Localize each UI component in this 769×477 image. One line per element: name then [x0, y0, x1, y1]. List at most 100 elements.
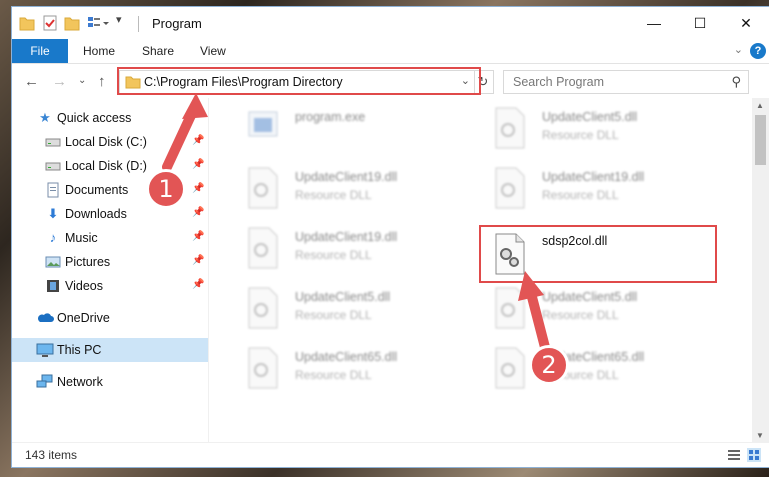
file-item[interactable]: UpdateClient5.dll Resource DLL [492, 106, 722, 156]
drive-icon [45, 134, 61, 150]
up-arrow-icon[interactable]: ↑ [98, 73, 106, 90]
scroll-up-icon[interactable]: ▲ [756, 101, 764, 110]
pin-icon: 📌 [192, 135, 205, 146]
sidebar-item-quick-access[interactable]: ★ Quick access [12, 106, 208, 130]
callout-badge-2: 2 [529, 345, 569, 385]
computer-icon [36, 342, 54, 358]
sidebar-item-label: Pictures [65, 255, 111, 269]
file-item[interactable]: UpdateClient19.dll Resource DLL [492, 166, 722, 216]
file-item[interactable]: UpdateClient19.dll Resource DLL [245, 226, 475, 276]
scroll-thumb[interactable] [755, 115, 766, 165]
sidebar-item-videos[interactable]: Videos 📌 [12, 274, 208, 298]
file-name: UpdateClient5.dll [295, 290, 391, 304]
forward-arrow-icon[interactable]: → [52, 73, 67, 90]
file-type: Resource DLL [295, 368, 372, 382]
help-icon[interactable]: ? [750, 43, 766, 59]
customize-toolbar-icon[interactable] [86, 14, 110, 32]
close-button[interactable]: ✕ [723, 7, 769, 39]
sidebar-item-onedrive[interactable]: OneDrive [12, 306, 208, 330]
sidebar-item-label: Downloads [65, 207, 127, 221]
dll-file-icon [248, 167, 278, 209]
navigation-pane: ★ Quick access Local Disk (C:) 📌 Local D… [12, 98, 208, 443]
file-name: UpdateClient19.dll [295, 230, 398, 244]
search-icon[interactable]: ⚲ [731, 74, 741, 90]
sidebar-item-music[interactable]: ♪ Music 📌 [12, 226, 208, 250]
back-arrow-icon[interactable]: ← [24, 73, 39, 90]
cloud-icon [36, 310, 54, 326]
sidebar-item-label: Videos [65, 279, 103, 293]
pin-icon: 📌 [192, 183, 205, 194]
file-type: Resource DLL [295, 308, 372, 322]
sidebar-item-label: Quick access [57, 111, 132, 125]
dll-file-icon [495, 107, 525, 149]
recent-locations-icon[interactable]: ⌄ [78, 75, 86, 86]
new-folder-icon[interactable] [64, 14, 80, 32]
file-type: Resource DLL [295, 248, 372, 262]
sidebar-item-pictures[interactable]: Pictures 📌 [12, 250, 208, 274]
dll-file-icon [248, 347, 278, 389]
sidebar-item-this-pc[interactable]: This PC [12, 338, 208, 362]
status-bar: 143 items [12, 442, 769, 467]
exe-file-icon [248, 111, 278, 137]
quick-access-dropdown-icon[interactable]: ▾ [116, 13, 122, 31]
title-bar: ▾ Program — ☐ ✕ [12, 7, 769, 39]
pictures-icon [45, 254, 61, 270]
file-item[interactable]: UpdateClient5.dll Resource DLL [492, 286, 722, 336]
file-name: UpdateClient19.dll [295, 170, 398, 184]
scroll-down-icon[interactable]: ▼ [756, 431, 764, 440]
vertical-scrollbar[interactable]: ▲ ▼ [752, 98, 769, 443]
music-icon: ♪ [49, 230, 57, 245]
expand-ribbon-icon[interactable]: ⌄ [734, 43, 743, 56]
drive-icon [45, 158, 61, 174]
tab-file[interactable]: File [12, 39, 68, 63]
pin-icon: 📌 [192, 207, 205, 218]
search-placeholder: Search Program [513, 75, 605, 89]
folder-icon [19, 17, 35, 31]
window-title: Program [152, 16, 202, 31]
file-name: program.exe [295, 110, 366, 124]
file-type: Resource DLL [295, 188, 372, 202]
details-view-icon[interactable] [727, 448, 741, 462]
file-item[interactable]: UpdateClient65.dll Resource DLL [492, 346, 722, 396]
item-count: 143 items [25, 448, 78, 462]
sidebar-item-label: This PC [57, 343, 102, 357]
large-icons-view-icon[interactable] [747, 448, 761, 462]
dll-file-icon [495, 287, 525, 329]
address-highlight-box [117, 67, 481, 95]
star-icon: ★ [39, 110, 51, 125]
tab-home[interactable]: Home [83, 39, 115, 63]
sidebar-item-label: Network [57, 375, 103, 389]
file-item[interactable]: program.exe [245, 106, 475, 156]
search-input[interactable]: Search Program ⚲ [503, 70, 749, 94]
file-item[interactable]: UpdateClient65.dll Resource DLL [245, 346, 475, 396]
file-item[interactable]: UpdateClient19.dll Resource DLL [245, 166, 475, 216]
pane-divider [208, 98, 209, 443]
sidebar-item-local-disk-c[interactable]: Local Disk (C:) 📌 [12, 130, 208, 154]
videos-icon [45, 278, 61, 294]
sidebar-item-label: Local Disk (D:) [65, 159, 147, 173]
file-highlight-box [479, 225, 717, 283]
minimize-button[interactable]: — [631, 7, 677, 39]
sidebar-item-label: Music [65, 231, 98, 245]
sidebar-item-downloads[interactable]: ⬇ Downloads 📌 [12, 202, 208, 226]
sidebar-item-label: OneDrive [57, 311, 110, 325]
dll-file-icon [495, 167, 525, 209]
navigation-bar: ← → ⌄ ↑ C:\Program Files\Program Directo… [12, 64, 769, 98]
sidebar-item-label: Local Disk (C:) [65, 135, 147, 149]
properties-icon[interactable] [42, 14, 58, 32]
tab-view[interactable]: View [200, 39, 226, 63]
documents-icon [45, 182, 61, 198]
pin-icon: 📌 [192, 231, 205, 242]
dll-file-icon [495, 347, 525, 389]
pin-icon: 📌 [192, 279, 205, 290]
tab-share[interactable]: Share [142, 39, 174, 63]
pin-icon: 📌 [192, 255, 205, 266]
file-type: Resource DLL [542, 308, 619, 322]
explorer-window: ▾ Program — ☐ ✕ File Home Share View ⌄ ?… [11, 6, 769, 468]
sidebar-item-network[interactable]: Network [12, 370, 208, 394]
maximize-button[interactable]: ☐ [677, 7, 723, 39]
file-name: UpdateClient5.dll [542, 110, 638, 124]
title-separator [138, 16, 139, 32]
download-icon: ⬇ [47, 206, 59, 221]
file-item[interactable]: UpdateClient5.dll Resource DLL [245, 286, 475, 336]
